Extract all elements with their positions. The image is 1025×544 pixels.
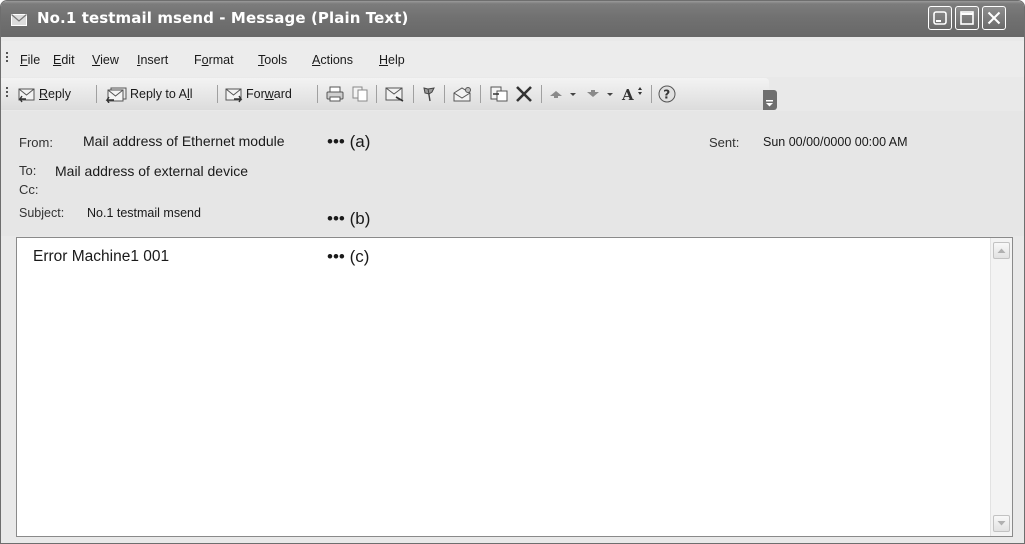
chevron-down-icon — [766, 100, 773, 107]
font-size-icon: A — [621, 86, 642, 104]
vertical-scrollbar[interactable] — [990, 238, 1012, 536]
forward-button[interactable]: Forward — [223, 78, 292, 110]
annotation-c: ••• (c) — [327, 247, 370, 266]
move-to-folder-button[interactable] — [384, 78, 406, 110]
help-button[interactable]: ? — [657, 78, 679, 110]
annotation-a: ••• (a) — [327, 132, 371, 151]
toolbar-grip — [6, 87, 9, 99]
minimize-button[interactable] — [928, 6, 952, 30]
svg-text:A: A — [621, 86, 634, 104]
subject-value: No.1 testmail msend — [87, 206, 201, 220]
view-in-folder-button[interactable] — [451, 78, 475, 110]
copy-button[interactable] — [350, 78, 370, 110]
font-size-button[interactable]: A — [620, 78, 646, 110]
toolbar-separator — [480, 85, 481, 103]
chevron-up-icon — [997, 248, 1006, 253]
menu-format[interactable]: Format — [194, 53, 234, 67]
toolbar-separator — [651, 85, 652, 103]
minimize-icon — [933, 11, 947, 25]
title-bar[interactable]: No.1 testmail msend - Message (Plain Tex… — [1, 1, 1024, 37]
previous-item-icon — [550, 91, 576, 98]
reply-all-button[interactable]: Reply to All — [104, 78, 193, 110]
toolbar-separator — [217, 85, 218, 103]
sent-datetime: Sun 00/00/0000 00:00 AM — [763, 135, 908, 149]
print-button[interactable] — [324, 78, 346, 110]
maximize-icon — [960, 11, 974, 25]
delete-icon — [516, 86, 532, 102]
message-body[interactable]: Error Machine1 001 ••• (c) — [16, 237, 1013, 537]
chevron-down-icon — [997, 521, 1006, 526]
scroll-up-button[interactable] — [993, 242, 1010, 259]
to-label: To: — [19, 163, 37, 178]
svg-text:?: ? — [663, 88, 670, 102]
to-address[interactable]: Mail address of external device — [55, 163, 248, 179]
open-mail-icon — [453, 87, 471, 102]
toolbar-separator — [376, 85, 377, 103]
next-item-icon — [587, 90, 613, 97]
message-window: No.1 testmail msend - Message (Plain Tex… — [0, 0, 1025, 544]
printer-icon — [326, 86, 344, 102]
next-item-button[interactable] — [584, 78, 616, 110]
reply-all-label: Reply to All — [130, 87, 193, 101]
scroll-down-button[interactable] — [993, 515, 1010, 532]
maximize-button[interactable] — [955, 6, 979, 30]
forward-label: Forward — [246, 87, 292, 101]
move-to-folder-icon — [385, 87, 404, 102]
menu-help[interactable]: Help — [379, 53, 405, 67]
menu-file[interactable]: File — [20, 53, 40, 67]
menu-view[interactable]: View — [92, 53, 119, 67]
previous-item-button[interactable] — [547, 78, 579, 110]
standard-toolbar: Reply Reply to All Forward A ? — [1, 78, 781, 110]
toolbar-options-chevron[interactable] — [763, 90, 777, 110]
reply-icon — [18, 88, 35, 103]
from-address[interactable]: Mail address of Ethernet module — [83, 133, 285, 149]
subject-label: Subject: — [19, 206, 65, 220]
reply-button[interactable]: Reply — [16, 78, 71, 110]
menu-actions[interactable]: Actions — [312, 53, 353, 67]
copy-icon — [352, 86, 368, 102]
toolbar-separator — [413, 85, 414, 103]
menu-edit[interactable]: Edit — [53, 53, 75, 67]
menu-grip — [6, 52, 9, 64]
toolbar-separator — [96, 85, 97, 103]
cc-label: Cc: — [19, 182, 39, 197]
menu-bar: File Edit View Insert Format Tools Actio… — [1, 41, 1024, 77]
close-icon — [987, 11, 1001, 25]
delete-button[interactable] — [514, 78, 534, 110]
message-header: From: Mail address of Ethernet module ••… — [1, 111, 1024, 236]
forward-icon — [225, 88, 243, 103]
window-title: No.1 testmail msend - Message (Plain Tex… — [37, 9, 409, 27]
move-icon — [490, 86, 508, 102]
body-text: Error Machine1 001 — [33, 248, 170, 265]
flag-icon — [423, 87, 435, 102]
reply-all-icon — [105, 87, 127, 103]
menu-tools[interactable]: Tools — [258, 53, 287, 67]
from-label: From: — [19, 135, 53, 150]
close-button[interactable] — [982, 6, 1006, 30]
toolbar-separator — [317, 85, 318, 103]
sent-label: Sent: — [709, 135, 740, 150]
follow-up-flag-button[interactable] — [420, 78, 440, 110]
toolbar-separator — [444, 85, 445, 103]
toolbar-separator — [541, 85, 542, 103]
annotation-b: ••• (b) — [327, 209, 371, 228]
envelope-icon — [11, 11, 27, 26]
menu-insert[interactable]: Insert — [137, 53, 168, 67]
reply-label: Reply — [39, 87, 71, 101]
move-button[interactable] — [487, 78, 511, 110]
help-icon: ? — [658, 85, 676, 103]
